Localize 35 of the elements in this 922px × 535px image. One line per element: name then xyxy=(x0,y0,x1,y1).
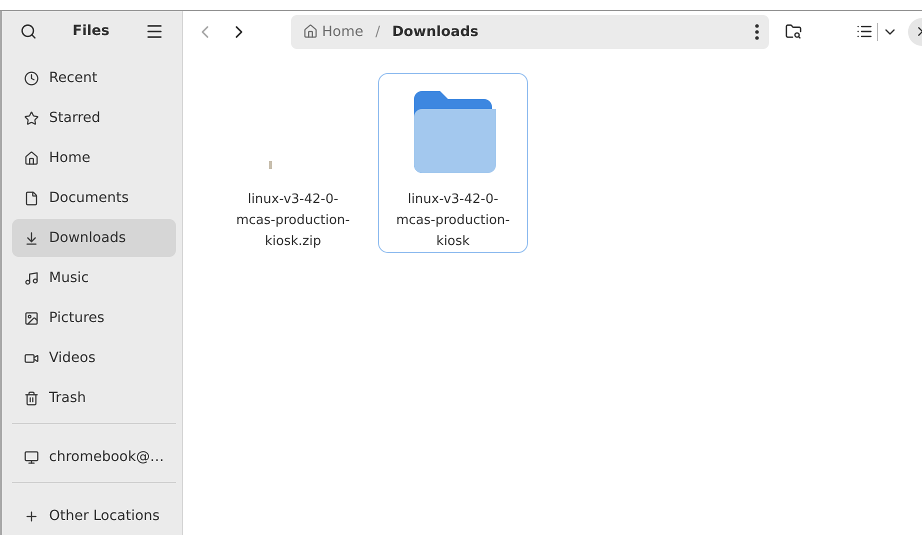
computer-icon xyxy=(24,450,39,465)
path-crumb[interactable]: Home xyxy=(303,24,364,40)
plus-icon xyxy=(24,508,39,524)
sidebar-item[interactable]: Music xyxy=(12,259,176,298)
file-icon xyxy=(268,161,272,169)
picture-icon xyxy=(24,310,39,326)
more-icon xyxy=(755,24,759,40)
file-name: linux-v3-42-0-mcas-production-kiosk xyxy=(395,191,511,251)
sidebar-item[interactable]: Pictures xyxy=(12,299,176,338)
sidebar-item[interactable]: Videos xyxy=(12,339,176,378)
clock-icon xyxy=(24,70,39,86)
sidebar-item[interactable]: Recent xyxy=(12,59,176,98)
path-separator: / xyxy=(375,24,380,40)
file-name: linux-v3-42-0-mcas-production-kiosk.zip xyxy=(235,191,351,251)
sidebar-item[interactable]: chromebook@… xyxy=(12,438,176,476)
file-item[interactable]: linux-v3-42-0-mcas-production-kiosk xyxy=(378,73,528,253)
sidebar-item[interactable]: Documents xyxy=(12,179,176,218)
music-icon xyxy=(24,270,39,286)
app-title: Files xyxy=(72,23,110,40)
path-crumb[interactable]: Downloads xyxy=(392,24,478,40)
search-icon xyxy=(20,22,37,40)
home-icon xyxy=(24,150,39,166)
sidebar-item[interactable]: Downloads xyxy=(12,219,176,258)
trash-icon xyxy=(24,390,39,406)
document-icon xyxy=(24,190,39,206)
list-icon xyxy=(856,23,873,40)
sidebar-item[interactable]: Home xyxy=(12,139,176,178)
home-icon xyxy=(303,24,318,39)
sidebar-item[interactable]: Starred xyxy=(12,99,176,138)
star-icon xyxy=(24,110,39,126)
file-item[interactable]: linux-v3-42-0-mcas-production-kiosk.zip xyxy=(218,73,368,253)
folder-search-icon xyxy=(785,23,802,40)
sidebar-item[interactable]: Trash xyxy=(12,379,176,418)
download-icon xyxy=(24,230,39,246)
sidebar-item[interactable]: Other Locations xyxy=(12,497,176,535)
